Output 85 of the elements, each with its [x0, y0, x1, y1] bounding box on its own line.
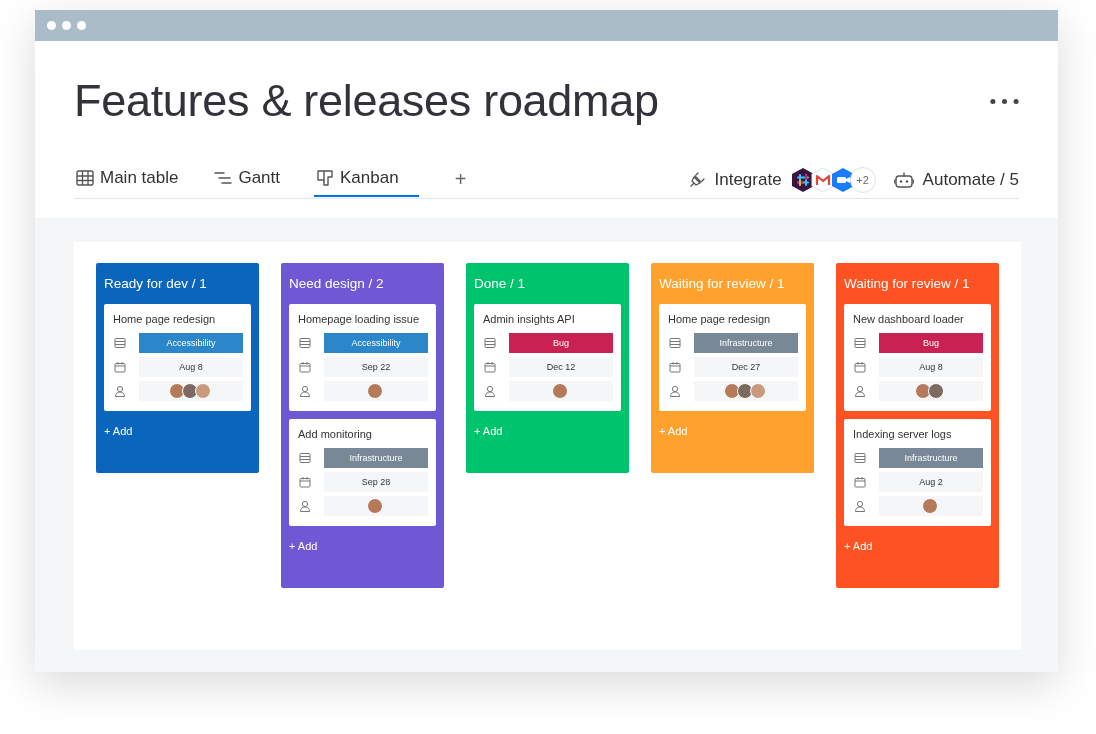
person-icon	[299, 500, 311, 512]
kanban-icon	[316, 169, 335, 187]
card-title: Admin insights API	[483, 313, 576, 326]
calendar-icon	[854, 361, 866, 373]
table-icon	[76, 169, 94, 187]
list-icon	[854, 337, 866, 349]
card-title: New dashboard loader	[853, 313, 965, 326]
view-tab[interactable]: Gantt	[212, 161, 283, 197]
avatar	[551, 383, 568, 399]
robot-icon	[893, 170, 914, 189]
avatar	[749, 383, 766, 399]
list-icon	[669, 337, 681, 349]
list-icon	[299, 452, 311, 464]
integrate-button[interactable]: Integrate	[687, 169, 782, 190]
person-icon	[484, 385, 496, 397]
add-item-button[interactable]: + Add	[104, 419, 133, 437]
date-cell: Aug 8	[879, 357, 983, 377]
task-card[interactable]: Home page redesign Accessibility Aug 8	[104, 304, 251, 411]
window-dot	[77, 21, 86, 30]
card-title: Indexing server logs	[853, 428, 953, 441]
avatar	[366, 498, 383, 514]
list-icon	[854, 452, 866, 464]
tag-label: Bug	[879, 333, 983, 353]
add-item-button[interactable]: + Add	[289, 534, 318, 552]
person-icon	[669, 385, 681, 397]
tag-label: Accessibility	[139, 333, 243, 353]
task-card[interactable]: New dashboard loader Bug Aug 8	[844, 304, 991, 411]
person-icon	[114, 385, 126, 397]
column-title: Waiting for review / 1	[659, 275, 786, 293]
avatar	[168, 383, 185, 399]
date-cell: Dec 12	[509, 357, 613, 377]
avatar	[723, 383, 740, 399]
card-title: Home page redesign	[668, 313, 772, 326]
date-cell: Sep 22	[324, 357, 428, 377]
person-icon	[854, 500, 866, 512]
avatar	[181, 383, 198, 399]
person-icon	[854, 385, 866, 397]
board-title: Features & releases roadmap	[74, 75, 659, 127]
mail-app-logo-icon	[809, 166, 836, 193]
tag-label: Accessibility	[324, 333, 428, 353]
window-dot	[47, 21, 56, 30]
window-dot	[62, 21, 71, 30]
person-icon	[299, 385, 311, 397]
more-apps-count: +2	[849, 166, 876, 193]
task-card[interactable]: Indexing server logs Infrastructure Aug 2	[844, 419, 991, 526]
task-card[interactable]: Home page redesign Infrastructure Dec 27	[659, 304, 806, 411]
avatar	[194, 383, 211, 399]
date-cell: Dec 27	[694, 357, 798, 377]
calendar-icon	[299, 361, 311, 373]
column-title: Done / 1	[474, 275, 527, 293]
view-tab[interactable]: Kanban	[314, 161, 419, 197]
automate-button[interactable]: Automate / 5	[893, 169, 1019, 190]
calendar-icon	[669, 361, 681, 373]
column-title: Need design / 2	[289, 275, 385, 293]
avatar	[928, 383, 944, 399]
column-title: Waiting for review / 1	[844, 275, 971, 293]
tag-label: Infrastructure	[879, 448, 983, 468]
calendar-icon	[484, 361, 496, 373]
view-tab[interactable]: Main table	[74, 161, 181, 197]
avatar	[915, 383, 931, 399]
date-cell: Sep 28	[324, 472, 428, 492]
date-cell: Aug 8	[139, 357, 243, 377]
avatar	[366, 383, 383, 399]
card-title: Home page redesign	[113, 313, 217, 326]
calendar-icon	[299, 476, 311, 488]
tag-label: Infrastructure	[694, 333, 798, 353]
task-card[interactable]: Homepage loading issue Accessibility Sep 22	[289, 304, 436, 411]
more-options-icon[interactable]	[990, 97, 1019, 105]
list-icon	[299, 337, 311, 349]
task-card[interactable]: Admin insights API Bug Dec 12	[474, 304, 621, 411]
date-cell: Aug 2	[879, 472, 983, 492]
add-view-button[interactable]: +	[450, 161, 471, 197]
card-title: Add monitoring	[298, 428, 373, 441]
column-title: Ready for dev / 1	[104, 275, 208, 293]
card-title: Homepage loading issue	[298, 313, 421, 326]
calendar-icon	[854, 476, 866, 488]
avatar	[921, 498, 938, 514]
calendar-icon	[114, 361, 126, 373]
gantt-icon	[214, 169, 233, 187]
task-card[interactable]: Add monitoring Infrastructure Sep 28	[289, 419, 436, 526]
tag-label: Infrastructure	[324, 448, 428, 468]
avatar	[736, 383, 753, 399]
tag-label: Bug	[509, 333, 613, 353]
list-icon	[114, 337, 126, 349]
list-icon	[484, 337, 496, 349]
